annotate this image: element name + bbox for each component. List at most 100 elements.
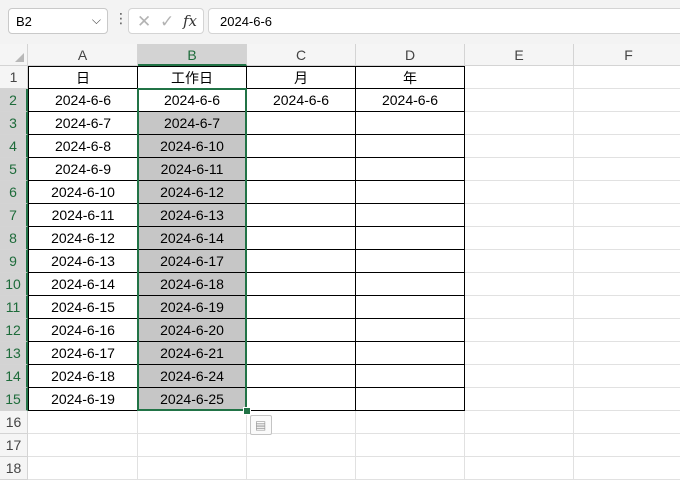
cell-b15[interactable]: 2024-6-25 [138,388,247,411]
cell-d3[interactable] [356,112,465,135]
cell-e15[interactable] [465,388,574,411]
cell-b4[interactable]: 2024-6-10 [138,135,247,158]
cell-a9[interactable]: 2024-6-13 [28,250,138,273]
cell-c18[interactable] [247,457,356,480]
row-header-4[interactable]: 4 [0,135,28,158]
row-header-10[interactable]: 10 [0,273,28,296]
cell-f10[interactable] [574,273,680,296]
cell-d15[interactable] [356,388,465,411]
cell-d10[interactable] [356,273,465,296]
row-header-6[interactable]: 6 [0,181,28,204]
cell-d8[interactable] [356,227,465,250]
row-header-17[interactable]: 17 [0,434,28,457]
fill-handle[interactable] [243,407,251,415]
cell-d12[interactable] [356,319,465,342]
cell-e3[interactable] [465,112,574,135]
cell-c13[interactable] [247,342,356,365]
cell-f12[interactable] [574,319,680,342]
cell-b2[interactable]: 2024-6-6 [138,89,247,112]
cell-a13[interactable]: 2024-6-17 [28,342,138,365]
cell-c12[interactable] [247,319,356,342]
cell-e9[interactable] [465,250,574,273]
cell-e11[interactable] [465,296,574,319]
cell-e10[interactable] [465,273,574,296]
cell-d11[interactable] [356,296,465,319]
row-header-9[interactable]: 9 [0,250,28,273]
cell-e8[interactable] [465,227,574,250]
header-cell-b[interactable]: 工作日 [138,66,247,89]
name-box[interactable]: B2 ⌵ [8,8,108,34]
cell-d2[interactable]: 2024-6-6 [356,89,465,112]
column-header-b[interactable]: B [138,44,247,66]
cell-f2[interactable] [574,89,680,112]
cell-f16[interactable] [574,411,680,434]
cell-e14[interactable] [465,365,574,388]
cell-b18[interactable] [138,457,247,480]
formula-input[interactable]: 2024-6-6 [208,8,680,34]
cell-f14[interactable] [574,365,680,388]
cell-d4[interactable] [356,135,465,158]
cell-d18[interactable] [356,457,465,480]
cell-c8[interactable] [247,227,356,250]
cell-e18[interactable] [465,457,574,480]
row-header-18[interactable]: 18 [0,457,28,480]
cell-d7[interactable] [356,204,465,227]
cell-f6[interactable] [574,181,680,204]
cell-a7[interactable]: 2024-6-11 [28,204,138,227]
cell-f1[interactable] [574,66,680,89]
cell-a3[interactable]: 2024-6-7 [28,112,138,135]
cell-a8[interactable]: 2024-6-12 [28,227,138,250]
row-header-13[interactable]: 13 [0,342,28,365]
cell-a4[interactable]: 2024-6-8 [28,135,138,158]
cell-e5[interactable] [465,158,574,181]
header-cell-c[interactable]: 月 [247,66,356,89]
cell-d17[interactable] [356,434,465,457]
cell-f9[interactable] [574,250,680,273]
column-header-a[interactable]: A [28,44,138,66]
cell-b10[interactable]: 2024-6-18 [138,273,247,296]
cell-e13[interactable] [465,342,574,365]
column-header-c[interactable]: C [247,44,356,66]
cell-c11[interactable] [247,296,356,319]
cell-b16[interactable] [138,411,247,434]
cell-b8[interactable]: 2024-6-14 [138,227,247,250]
cell-a18[interactable] [28,457,138,480]
cell-a16[interactable] [28,411,138,434]
cell-c4[interactable] [247,135,356,158]
cell-c14[interactable] [247,365,356,388]
cell-e7[interactable] [465,204,574,227]
cell-b9[interactable]: 2024-6-17 [138,250,247,273]
cell-d9[interactable] [356,250,465,273]
cell-c9[interactable] [247,250,356,273]
cell-c17[interactable] [247,434,356,457]
cell-e12[interactable] [465,319,574,342]
cell-d14[interactable] [356,365,465,388]
cell-f13[interactable] [574,342,680,365]
paste-options-button[interactable]: ▤ [250,415,272,435]
cell-e6[interactable] [465,181,574,204]
more-options-icon[interactable]: ⋮ [114,10,128,27]
cell-f3[interactable] [574,112,680,135]
row-header-11[interactable]: 11 [0,296,28,319]
row-header-12[interactable]: 12 [0,319,28,342]
cell-e4[interactable] [465,135,574,158]
cell-a15[interactable]: 2024-6-19 [28,388,138,411]
row-header-16[interactable]: 16 [0,411,28,434]
cell-f7[interactable] [574,204,680,227]
cell-b3[interactable]: 2024-6-7 [138,112,247,135]
cell-b7[interactable]: 2024-6-13 [138,204,247,227]
cell-f17[interactable] [574,434,680,457]
cell-b11[interactable]: 2024-6-19 [138,296,247,319]
cell-a12[interactable]: 2024-6-16 [28,319,138,342]
cell-d6[interactable] [356,181,465,204]
cell-f8[interactable] [574,227,680,250]
row-header-3[interactable]: 3 [0,112,28,135]
cell-b17[interactable] [138,434,247,457]
column-header-e[interactable]: E [465,44,574,66]
cell-f11[interactable] [574,296,680,319]
cell-c15[interactable] [247,388,356,411]
cell-b5[interactable]: 2024-6-11 [138,158,247,181]
cell-c5[interactable] [247,158,356,181]
cell-a2[interactable]: 2024-6-6 [28,89,138,112]
cell-a10[interactable]: 2024-6-14 [28,273,138,296]
